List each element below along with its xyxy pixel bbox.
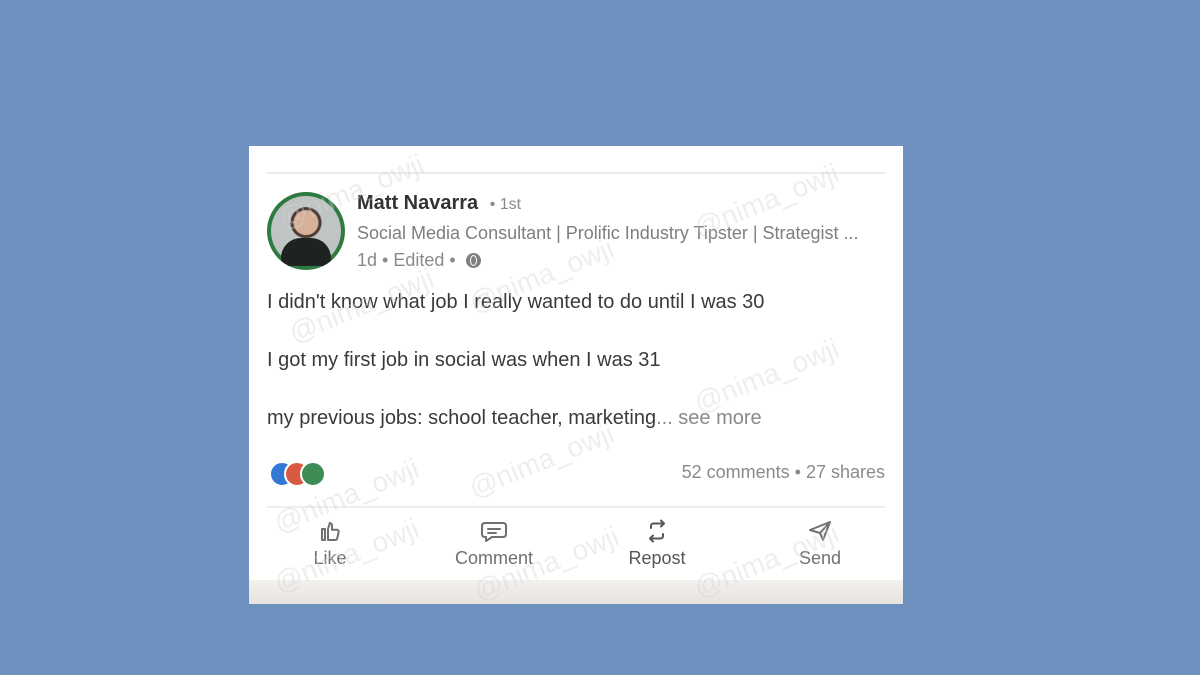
post-text-preview: my previous jobs: school teacher, market…: [267, 407, 657, 429]
like-label: Like: [313, 548, 347, 568]
reaction-icons[interactable]: [269, 461, 331, 487]
post-text-line-2: I got my first job in social was when I …: [267, 349, 661, 371]
repost-button[interactable]: Repost: [597, 517, 717, 573]
post-text-line-3: my previous jobs: school teacher, market…: [267, 407, 887, 430]
support-reaction-icon: [300, 461, 326, 487]
author-name-row[interactable]: Matt Navarra • 1st: [357, 192, 521, 215]
author-name[interactable]: Matt Navarra: [357, 192, 478, 214]
globe-icon: [465, 253, 481, 268]
repost-icon: [649, 519, 665, 543]
comment-icon: [481, 522, 507, 542]
post-meta: 1d • Edited •: [357, 250, 481, 271]
like-icon: [321, 522, 340, 541]
like-button[interactable]: Like: [270, 517, 390, 573]
send-label: Send: [798, 548, 842, 568]
actions-divider: [267, 506, 885, 508]
post-time-edited: 1d • Edited •: [357, 250, 456, 270]
bottom-shadow: [249, 580, 903, 604]
see-more-link[interactable]: ... see more: [656, 407, 762, 429]
linkedin-post-card: Matt Navarra • 1st Social Media Consulta…: [249, 146, 903, 604]
top-divider: [267, 172, 885, 174]
comments-shares-count[interactable]: 52 comments • 27 shares: [682, 462, 885, 483]
repost-label: Repost: [628, 548, 686, 568]
send-icon: [809, 521, 831, 541]
profile-shirt-shape: [281, 238, 331, 266]
author-headline: Social Media Consultant | Prolific Indus…: [357, 223, 859, 243]
comment-button[interactable]: Comment: [434, 517, 554, 573]
author-avatar[interactable]: [267, 192, 345, 270]
post-text-line-1: I didn't know what job I really wanted t…: [267, 291, 765, 313]
connection-degree: • 1st: [489, 196, 522, 213]
comment-label: Comment: [454, 548, 534, 568]
send-button[interactable]: Send: [760, 517, 880, 573]
